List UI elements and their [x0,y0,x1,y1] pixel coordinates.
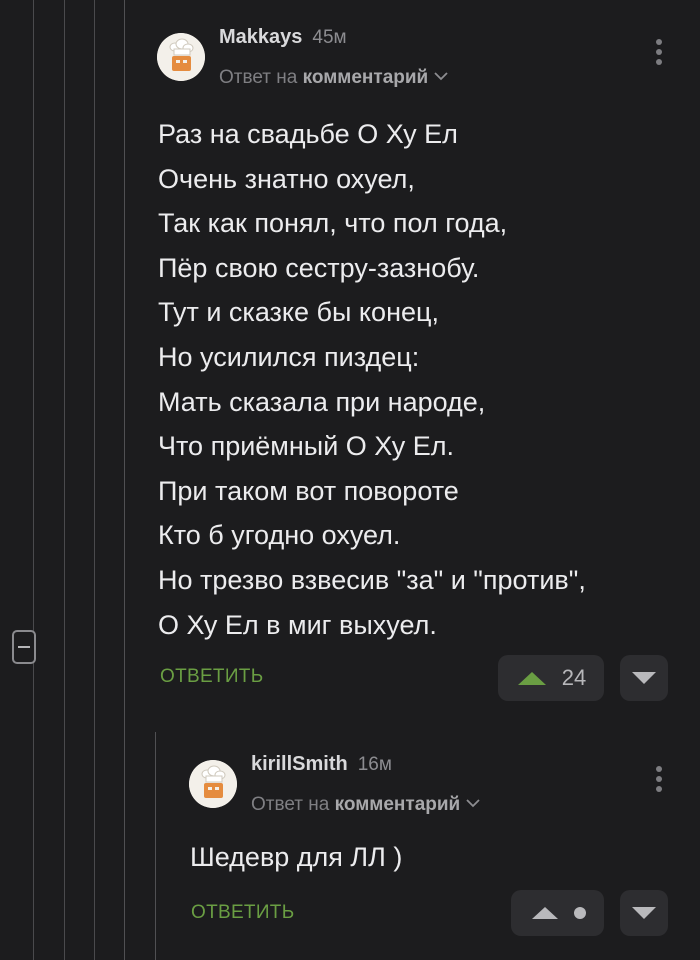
avatar-chef-icon [189,760,237,808]
comment-line: Очень знатно охуел, [158,163,415,194]
downvote-icon [632,907,656,919]
thread-line [33,0,34,960]
collapse-thread-button[interactable] [12,630,36,664]
comment-age: 16м [357,754,392,775]
comment-line: Мать сказала при народе, [158,386,486,417]
downvote-icon [632,672,656,684]
comment-line: Так как понял, что пол года, [158,208,508,239]
comment-line: Но усилился пиздец: [158,341,420,372]
comment-body: Шедевр для ЛЛ ) [190,842,403,872]
avatar-chef-icon [157,33,205,81]
avatar[interactable] [189,760,237,808]
author-name[interactable]: kirillSmith 16м [251,753,392,776]
comment-line: Что приёмный О Ху Ел. [158,431,454,462]
reply-target: комментарий [334,794,461,815]
comment-line: Кто б угодно охуел. [158,520,401,551]
upvote-button[interactable]: 24 [498,655,604,701]
more-vertical-icon[interactable] [655,766,663,796]
rating-count: 24 [561,665,587,690]
thread-line [64,0,65,960]
comment-line: Раз на свадьбе О Ху Ел [158,119,458,149]
comment-line: О Ху Ел в миг выхуел. [158,609,437,640]
thread-line [155,732,156,960]
rating-hidden-dot [573,907,586,919]
avatar[interactable] [157,33,205,81]
upvote-button[interactable] [511,890,604,936]
downvote-button[interactable] [620,890,668,936]
author-name-text: kirillSmith [251,753,348,775]
author-name[interactable]: Makkays 45м [219,26,347,49]
upvote-icon [517,672,546,685]
reply-button[interactable]: ОТВЕТИТЬ [191,902,294,924]
more-vertical-icon[interactable] [655,39,663,69]
reply-prefix: Ответ на [219,67,298,88]
reply-to-link[interactable]: Ответ на комментарий [251,792,480,816]
comment-line: Но трезво взвесив "за" и "против", [158,564,586,595]
thread-line [94,0,95,960]
comment-body: Раз на свадьбе О Ху Ел Очень знатно охуе… [158,112,586,647]
reply-to-link[interactable]: Ответ на комментарий [219,65,448,89]
chevron-down-icon [434,65,448,87]
reply-target: комментарий [302,67,429,88]
comment-line: Тут и сказке бы конец, [158,297,439,328]
author-name-text: Makkays [219,26,303,48]
chevron-down-icon [466,792,480,814]
comment-line: При таком вот повороте [158,475,459,506]
downvote-button[interactable] [620,655,668,701]
reply-prefix: Ответ на [251,794,330,815]
comment-line: Пёр свою сестру-зазнобу. [158,252,480,283]
upvote-icon [531,907,558,919]
comment-age: 45м [312,27,347,48]
reply-button[interactable]: ОТВЕТИТЬ [160,666,263,688]
collapse-icon [18,646,30,648]
thread-line [124,0,125,960]
